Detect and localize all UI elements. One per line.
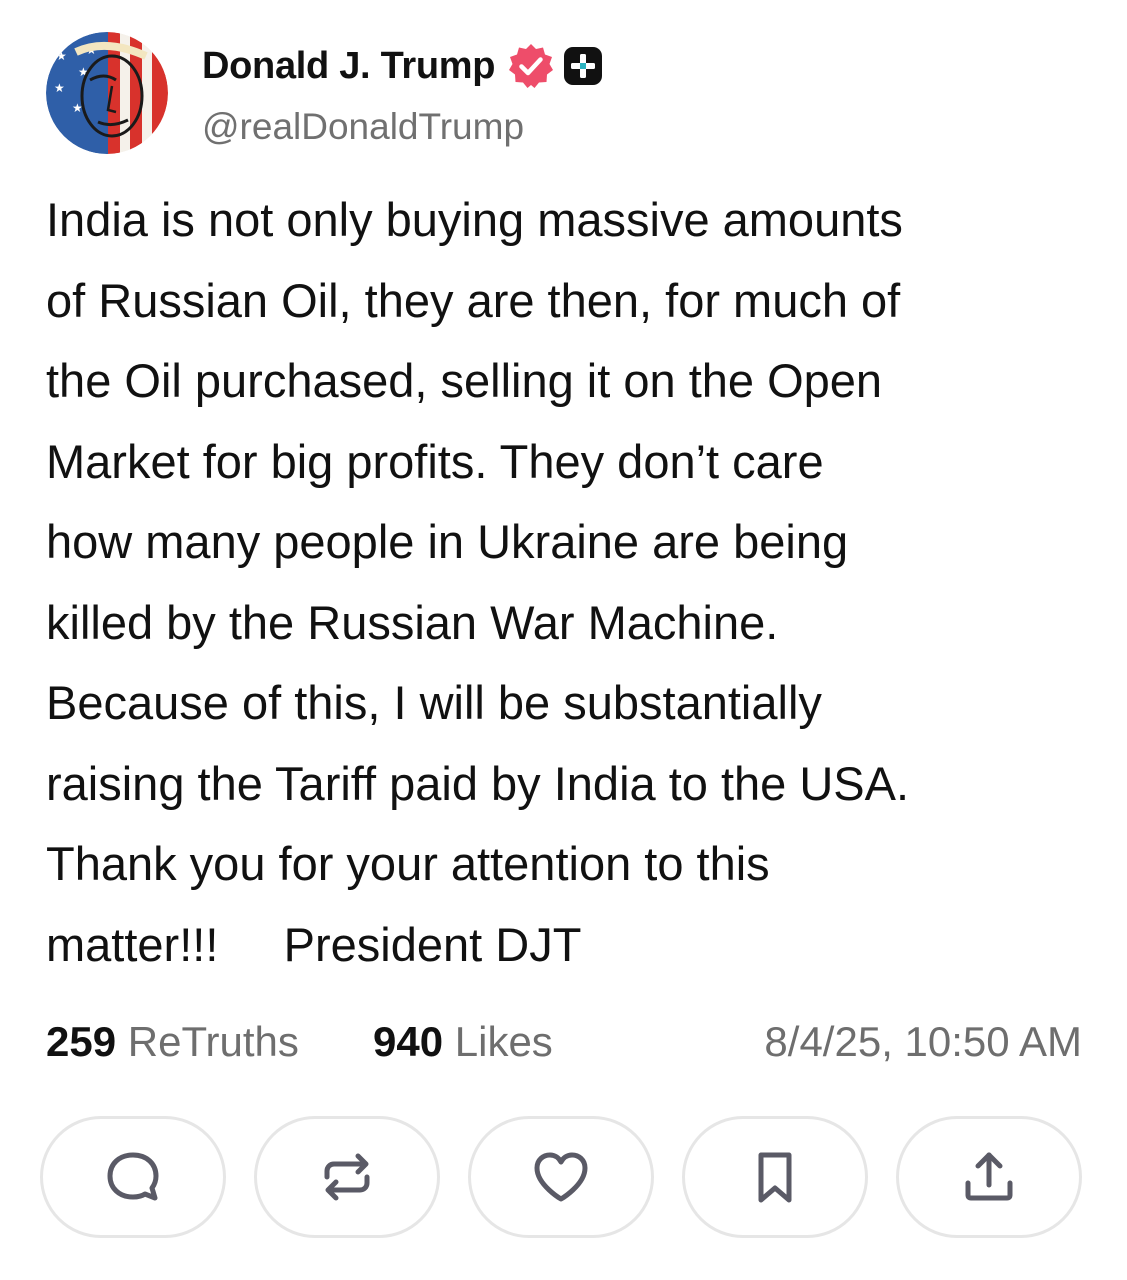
share-button[interactable] (896, 1116, 1082, 1238)
share-icon (965, 1152, 1013, 1201)
avatar-image: ★ ★ ★ ★ ★ (46, 32, 168, 154)
post-body-text: India is not only buying massive amounts… (46, 193, 910, 971)
bookmark-icon (758, 1152, 792, 1203)
plus-badge-icon (563, 46, 603, 86)
display-name-row: Donald J. Trump (202, 42, 603, 90)
svg-text:★: ★ (56, 49, 67, 63)
verified-badge-icon (507, 42, 555, 90)
post-actions (40, 1116, 1086, 1242)
like-button[interactable] (468, 1116, 654, 1238)
retruth-icon (324, 1153, 370, 1201)
likes-stat[interactable]: 940 Likes (373, 1012, 553, 1072)
post-header: ★ ★ ★ ★ ★ Donald J. Trump @realDonaldTru… (46, 32, 1086, 156)
svg-text:★: ★ (54, 81, 65, 95)
reply-icon (107, 1152, 159, 1201)
retruths-stat[interactable]: 259 ReTruths (46, 1012, 299, 1072)
likes-label: Likes (454, 1018, 553, 1065)
reply-button[interactable] (40, 1116, 226, 1238)
likes-count: 940 (373, 1018, 444, 1065)
post-timestamp: 8/4/25, 10:50 AM (764, 1018, 1082, 1065)
post-stats: 259 ReTruths 940 Likes 8/4/25, 10:50 AM (46, 1012, 1082, 1072)
display-name[interactable]: Donald J. Trump (202, 45, 496, 88)
user-handle[interactable]: @realDonaldTrump (202, 106, 524, 148)
like-icon (534, 1152, 588, 1202)
bookmark-button[interactable] (682, 1116, 868, 1238)
avatar[interactable]: ★ ★ ★ ★ ★ (46, 32, 168, 154)
retruth-button[interactable] (254, 1116, 440, 1238)
retruths-label: ReTruths (127, 1018, 299, 1065)
retruths-count: 259 (46, 1018, 117, 1065)
